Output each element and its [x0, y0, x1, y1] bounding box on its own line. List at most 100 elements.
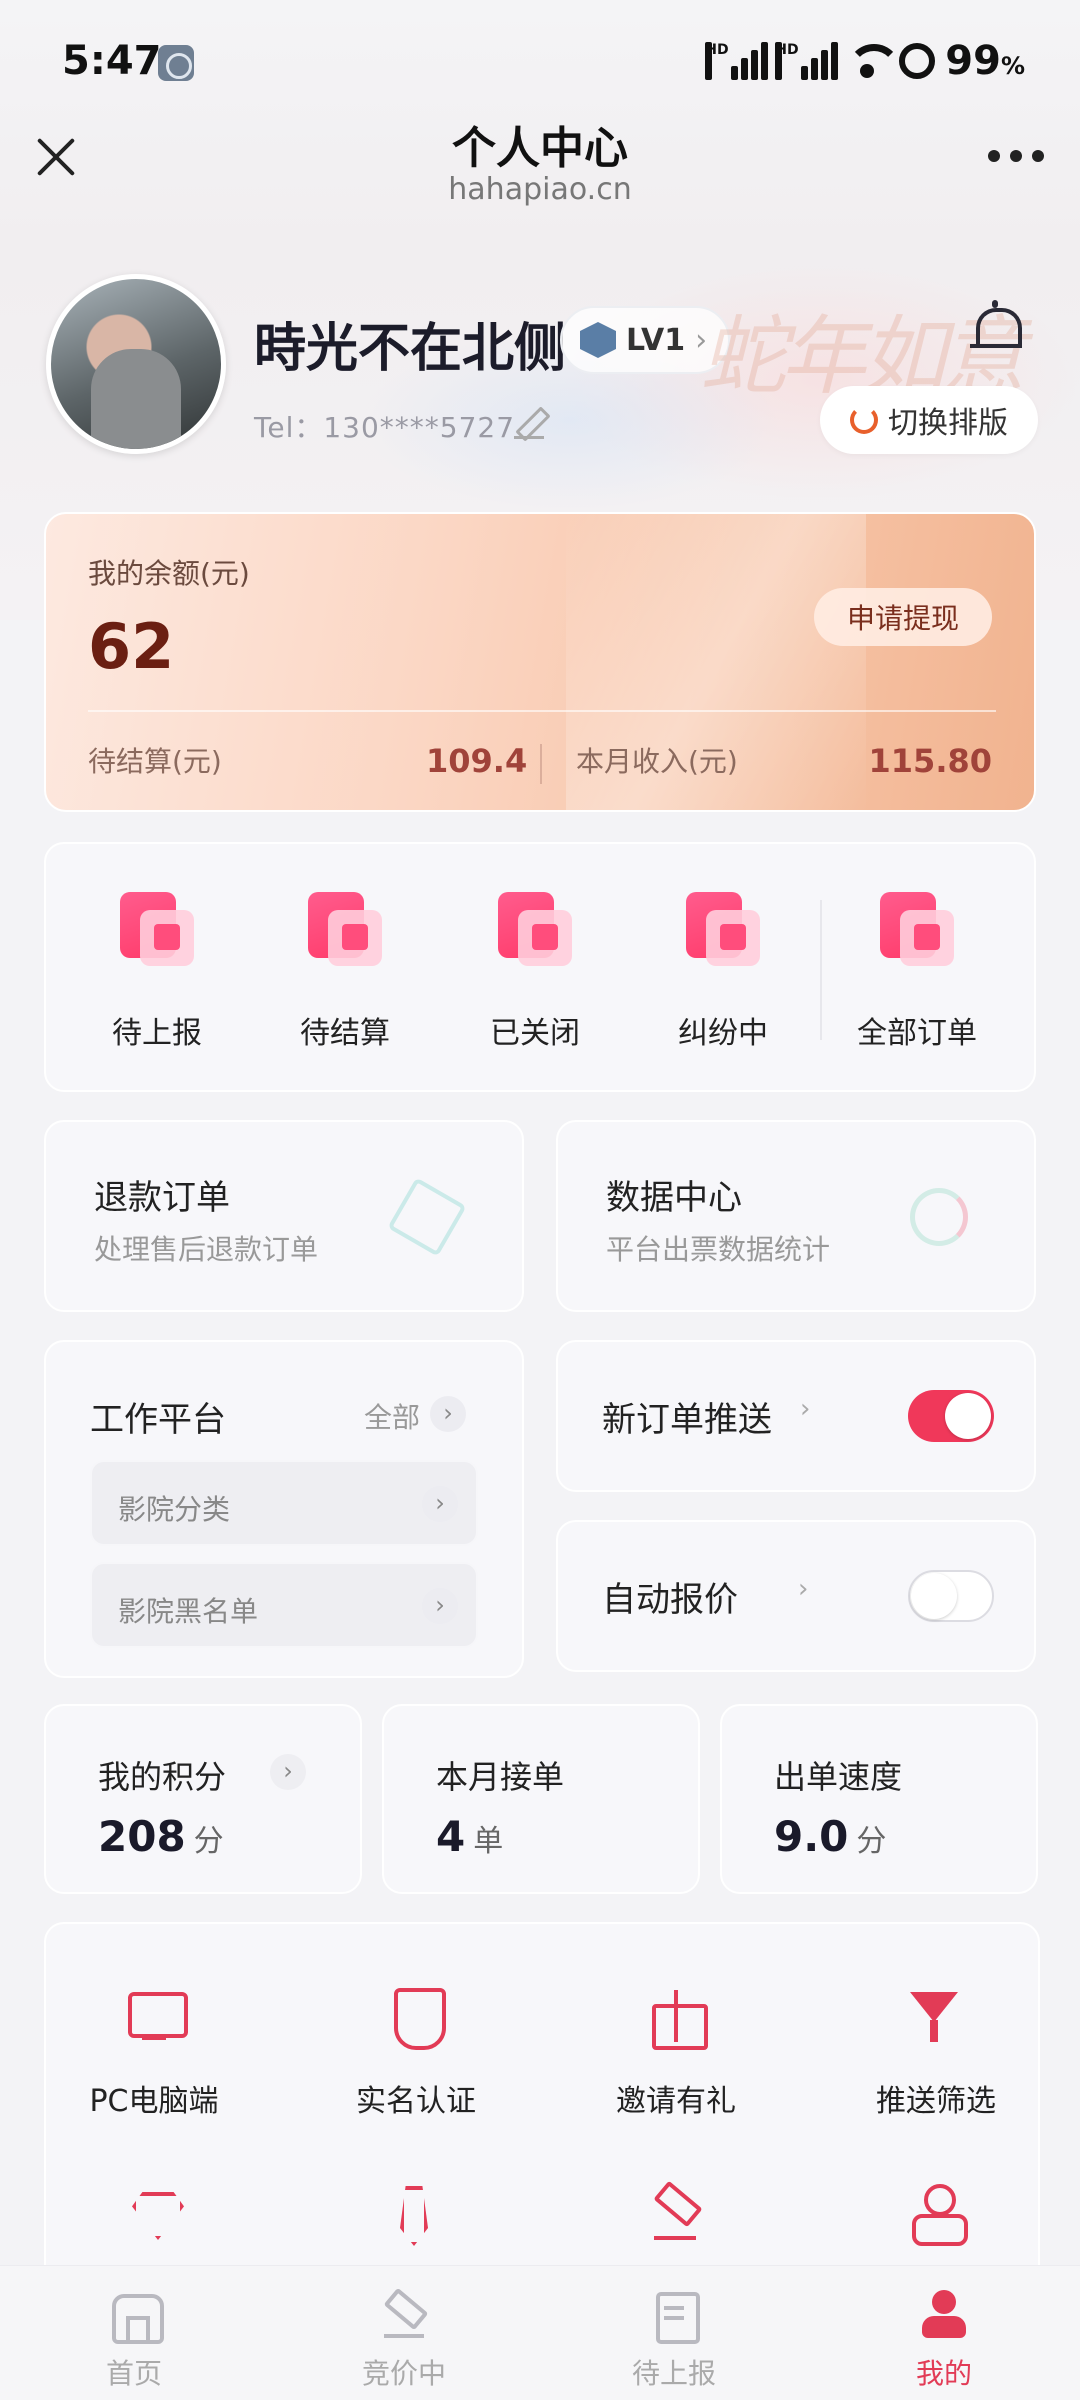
- level-text: LV1: [626, 322, 686, 358]
- month-income-label: 本月收入(元): [576, 745, 738, 778]
- gift-icon: [646, 1986, 708, 2050]
- switch-layout-button[interactable]: 切换排版: [820, 386, 1038, 454]
- tool-label: 实名认证: [356, 2084, 476, 2119]
- toggle-label: 自动报价: [602, 1580, 738, 1620]
- stat-value: 4单: [436, 1812, 504, 1861]
- tab-bidding[interactable]: 竞价中: [314, 2288, 494, 2392]
- refund-orders-tile[interactable]: 退款订单 处理售后退款订单: [44, 1120, 524, 1312]
- tool-label: 邀请有礼: [616, 2084, 736, 2119]
- page-domain: hahapiao.cn: [448, 172, 632, 207]
- diamond-icon: [124, 2182, 184, 2242]
- order-pending-settle[interactable]: 待结算: [270, 892, 420, 1052]
- balance-value: 62: [88, 610, 175, 683]
- order-label: 全部订单: [857, 1016, 977, 1051]
- tab-label: 首页: [105, 2357, 162, 2390]
- new-order-push-card: 新订单推送 ›: [556, 1340, 1036, 1492]
- pending-settlement-value: 109.4: [426, 742, 528, 780]
- edit-icon[interactable]: [512, 406, 546, 440]
- tab-mine[interactable]: 我的: [854, 2288, 1034, 2392]
- cinema-blacklist-item[interactable]: 影院黑名单 ›: [90, 1562, 478, 1648]
- order-label: 待上报: [112, 1016, 202, 1051]
- user-card-icon: [906, 2182, 968, 2246]
- shield-icon: [386, 1986, 446, 2050]
- user-tel: Tel：130****5727: [254, 411, 516, 444]
- battery-ring-icon: [899, 43, 936, 79]
- tab-pending-report[interactable]: 待上报: [584, 2288, 764, 2392]
- points-stat-card[interactable]: 我的积分 › 208 分: [44, 1704, 362, 1894]
- order-label: 待结算: [300, 1016, 390, 1051]
- pie-chart-icon: [910, 1188, 968, 1246]
- order-closed[interactable]: 已关闭: [460, 892, 610, 1052]
- item-label: 影院分类: [118, 1493, 231, 1526]
- real-name-auth-tool[interactable]: 实名认证: [316, 1986, 516, 2120]
- tie-icon: [380, 2182, 440, 2242]
- switch-layout-label: 切换排版: [888, 406, 1008, 441]
- chevron-right-icon[interactable]: ›: [430, 1396, 466, 1432]
- report-icon: [120, 892, 194, 966]
- order-dispute[interactable]: 纠纷中: [648, 892, 798, 1052]
- tab-label: 竞价中: [361, 2357, 446, 2390]
- tool-item[interactable]: [310, 2182, 510, 2242]
- battery-level: 99%: [945, 38, 1025, 84]
- new-order-push-toggle[interactable]: [908, 1390, 994, 1442]
- data-center-tile[interactable]: 数据中心 平台出票数据统计: [556, 1120, 1036, 1312]
- tab-label: 我的: [915, 2357, 972, 2390]
- auction-hammer-icon: [378, 2288, 430, 2340]
- tab-home[interactable]: 首页: [44, 2288, 224, 2392]
- pc-client-tool[interactable]: PC电脑端: [54, 1986, 254, 2120]
- chevron-right-icon: ›: [422, 1486, 458, 1522]
- work-platform-all-link[interactable]: 全部: [364, 1396, 420, 1436]
- order-label: 纠纷中: [678, 1016, 768, 1051]
- document-icon: [648, 2288, 700, 2344]
- tool-item[interactable]: [576, 2182, 776, 2242]
- order-speed-stat-card: 出单速度 9.0 分: [720, 1704, 1038, 1894]
- auto-quote-toggle[interactable]: [908, 1570, 994, 1622]
- home-icon: [108, 2288, 164, 2344]
- filter-icon: [906, 1986, 966, 2046]
- order-pending-report[interactable]: 待上报: [82, 892, 232, 1052]
- user-icon: [918, 2288, 970, 2340]
- balance-card[interactable]: 我的余额(元) 62 申请提现 待结算(元) 109.4 本月收入(元) 115…: [44, 512, 1036, 812]
- signal-icon: HD: [705, 42, 769, 80]
- chevron-right-icon: ›: [270, 1754, 306, 1790]
- status-indicators: HD HD 99%: [705, 38, 1025, 84]
- divider: [820, 900, 822, 1040]
- closed-icon: [498, 892, 572, 966]
- clock-app-icon: [158, 45, 194, 81]
- tile-subtitle: 处理售后退款订单: [94, 1233, 319, 1266]
- tool-item[interactable]: [54, 2182, 254, 2242]
- tile-subtitle: 平台出票数据统计: [606, 1233, 831, 1266]
- bell-icon[interactable]: [970, 300, 1022, 356]
- tile-title: 退款订单: [94, 1178, 230, 1218]
- auto-quote-card: 自动报价 ›: [556, 1520, 1036, 1672]
- tab-label: 待上报: [631, 2357, 716, 2390]
- stat-value: 208 分: [98, 1812, 224, 1861]
- sync-icon: [850, 406, 878, 434]
- toggle-label: 新订单推送: [602, 1400, 772, 1440]
- chevron-right-icon[interactable]: ›: [798, 1574, 808, 1604]
- balance-label: 我的余额(元): [88, 557, 250, 590]
- chevron-right-icon[interactable]: ›: [800, 1394, 810, 1424]
- avatar[interactable]: [46, 274, 226, 454]
- chevron-right-icon: ›: [422, 1588, 458, 1624]
- order-all[interactable]: 全部订单: [842, 892, 992, 1052]
- monthly-orders-stat-card: 本月接单 4单: [382, 1704, 700, 1894]
- tool-label: 推送筛选: [876, 2084, 996, 2119]
- order-label: 已关闭: [490, 1016, 580, 1051]
- hammer-icon: [646, 2182, 706, 2242]
- cinema-category-item[interactable]: 影院分类 ›: [90, 1460, 478, 1546]
- orders-card: 待上报 待结算 已关闭 纠纷中 全部订单: [44, 842, 1036, 1092]
- push-filter-tool[interactable]: 推送筛选: [836, 1986, 1036, 2120]
- all-orders-icon: [880, 892, 954, 966]
- stat-title: 出单速度: [774, 1758, 903, 1796]
- withdraw-button[interactable]: 申请提现: [814, 588, 992, 646]
- invite-gift-tool[interactable]: 邀请有礼: [576, 1986, 776, 2120]
- more-icon[interactable]: [988, 150, 1044, 164]
- pending-settlement-label: 待结算(元): [88, 745, 222, 778]
- work-platform-title: 工作平台: [90, 1400, 226, 1440]
- wifi-icon: [845, 42, 902, 80]
- monitor-icon: [124, 1986, 188, 2046]
- tool-item[interactable]: [836, 2182, 1036, 2246]
- page-title: 个人中心: [452, 123, 628, 174]
- divider: [540, 744, 542, 784]
